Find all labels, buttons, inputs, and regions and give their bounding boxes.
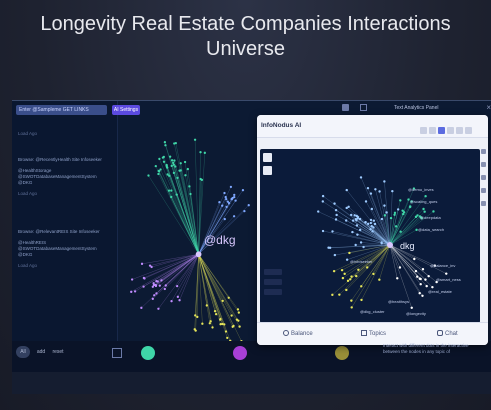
message-sub: @HealthStorage @SWOTDatabaseManagementSy…: [18, 168, 97, 185]
node-label[interactable]: @real_estate: [428, 289, 452, 294]
cluster-yellow-node[interactable]: [335, 346, 349, 360]
list-item: Load Ago: [18, 131, 110, 137]
add-button[interactable]: add: [34, 346, 48, 358]
layers-icon[interactable]: [481, 162, 486, 167]
node-label[interactable]: @smart_ness: [436, 277, 461, 282]
dialog-header: InfoNodus AI: [257, 115, 488, 138]
message-sub: @HealthREIS @SWOTDatabaseManagementSyste…: [18, 240, 97, 257]
message-text: Browse: @RelevantREIS Site Infoseeker: [18, 229, 100, 234]
hub-node-label[interactable]: @dkg: [204, 233, 236, 247]
page-title: Longevity Real Estate Companies Interact…: [40, 13, 451, 60]
dialog-side-tools: [481, 149, 486, 323]
close-icon[interactable]: ×: [486, 103, 491, 112]
fullscreen-icon[interactable]: [481, 201, 486, 206]
dialog-graph[interactable]: dkg @demo_inves @scaling_ques @deepdata …: [260, 149, 480, 323]
bottom-strip: [12, 372, 491, 394]
right-panel-header: Text Analytics Panel ×: [342, 101, 491, 115]
node-label[interactable]: @dkg_cluster: [360, 309, 385, 314]
book-icon: [361, 330, 367, 336]
balance-label: Balance: [291, 331, 313, 337]
chat-label: Chat: [445, 331, 458, 337]
balance-button[interactable]: Balance: [283, 330, 313, 337]
dialog-graph-svg: [317, 176, 448, 309]
timestamp-label: Load Ago: [18, 263, 38, 268]
message-text: Browse: @RecentlyHealth Site Infoseeker: [18, 157, 102, 162]
settings-icon[interactable]: [342, 104, 349, 111]
filter-all-button[interactable]: All: [16, 346, 30, 358]
dialog-title: InfoNodus AI: [261, 122, 302, 129]
grid-icon[interactable]: [420, 127, 427, 134]
node-label[interactable]: @healthsys: [388, 299, 409, 304]
list-icon[interactable]: [447, 127, 454, 134]
dialog-hub-label[interactable]: dkg: [400, 241, 415, 251]
expand-icon[interactable]: [456, 127, 463, 134]
topics-label: Topics: [369, 331, 387, 337]
download-icon[interactable]: [481, 175, 486, 180]
more-icon[interactable]: [465, 127, 472, 134]
node-label[interactable]: @deepdata: [420, 215, 441, 220]
node-label[interactable]: @longevity: [406, 311, 426, 316]
right-panel-message: Interact with different dots in the inte…: [383, 343, 469, 354]
node-label[interactable]: @demo_inves: [408, 187, 434, 192]
reset-button[interactable]: reset: [50, 346, 66, 358]
dialog-toolbar: [418, 121, 482, 134]
window-icon[interactable]: [360, 104, 367, 111]
chat-icon: [437, 330, 443, 336]
cluster-green-node[interactable]: [141, 346, 155, 360]
list-item: Browse: @RelevantREIS Site Infoseeker @H…: [18, 229, 110, 269]
graph-view-icon[interactable]: [438, 127, 445, 134]
topics-button[interactable]: Topics: [361, 330, 386, 337]
search-input[interactable]: Enter @Sampleme GET LINKS: [16, 105, 107, 115]
left-pane: Enter @Sampleme GET LINKS Load Ago Brows…: [12, 101, 118, 373]
network-graph[interactable]: [117, 101, 261, 373]
square-icon[interactable]: [112, 348, 122, 358]
filter-icon[interactable]: [481, 149, 486, 154]
node-label[interactable]: @balance_inv: [430, 263, 455, 268]
node-label[interactable]: @data_search: [418, 227, 444, 232]
node-label[interactable]: @infoseeker: [350, 259, 373, 264]
node-label[interactable]: @scaling_ques: [410, 199, 437, 204]
bulb-icon: [283, 330, 289, 336]
share-icon[interactable]: [481, 188, 486, 193]
infonodus-ai-dialog[interactable]: InfoNodus AI dkg @demo_inves @scaling_qu…: [257, 115, 488, 345]
cluster-violet-node[interactable]: [233, 346, 247, 360]
chat-button[interactable]: Chat: [437, 330, 458, 337]
timestamp-label: Load Ago: [18, 191, 38, 196]
right-panel-title: Text Analytics Panel: [394, 105, 439, 111]
list-item: Browse: @RecentlyHealth Site Infoseeker …: [18, 157, 110, 197]
dialog-footer: Balance Topics Chat: [257, 322, 488, 345]
timestamp-label: Load Ago: [18, 131, 38, 136]
edit-icon[interactable]: [429, 127, 436, 134]
